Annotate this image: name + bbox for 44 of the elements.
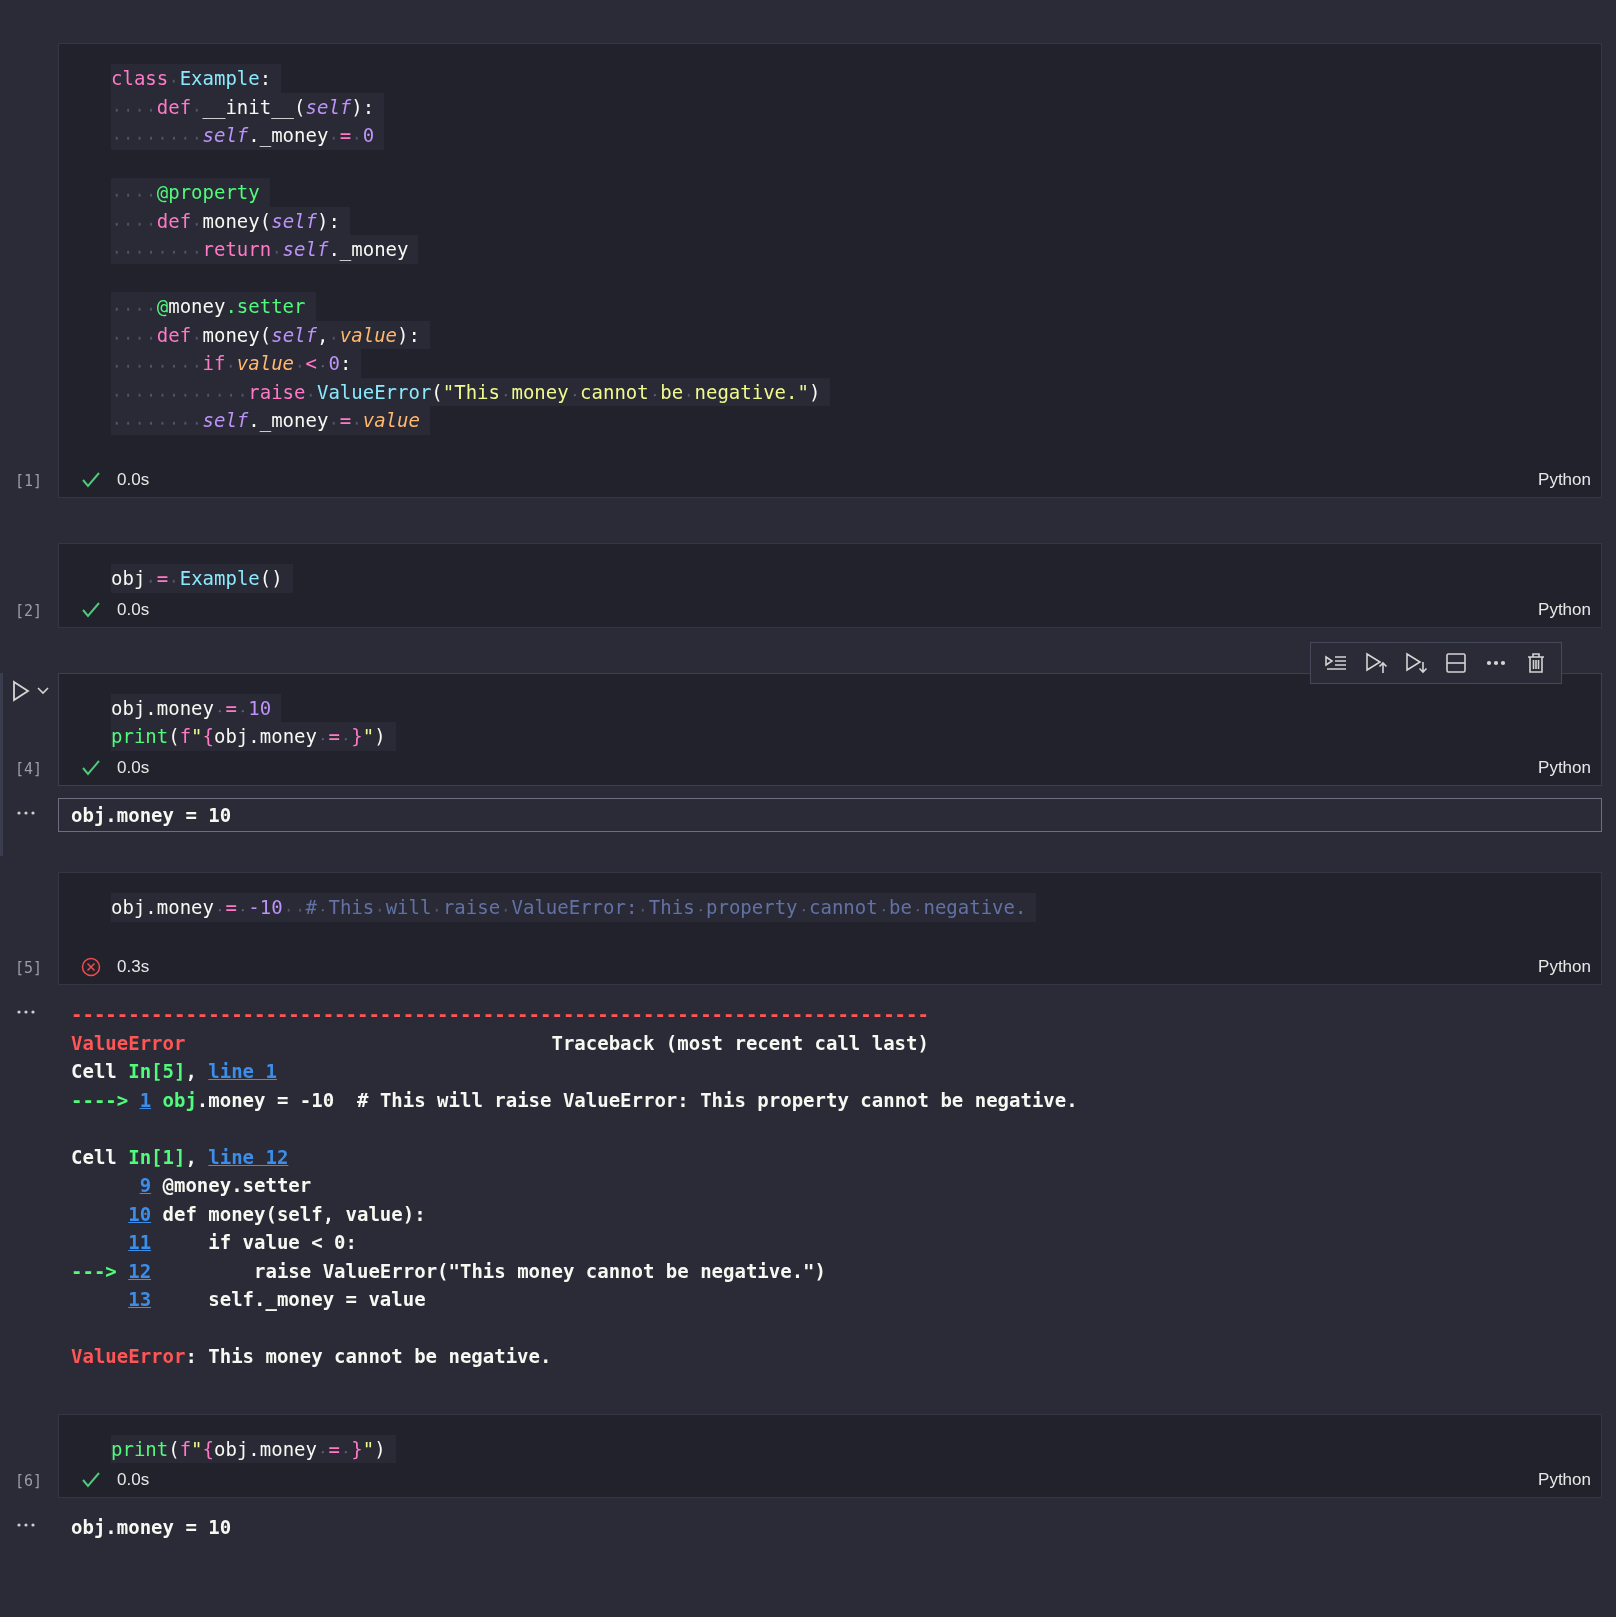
output-line: ---> 12 raise ValueError("This money cannot be negative.") — [71, 1258, 826, 1284]
traceback-link[interactable]: 13 — [128, 1288, 152, 1310]
execution-time: 0.0s — [117, 470, 150, 490]
language-label[interactable]: Python — [1538, 1470, 1591, 1490]
execution-count: [4] — [14, 759, 42, 778]
execution-time: 0.3s — [117, 957, 150, 977]
output-line: ----> 1 obj.money = -10 # This will raise ValueError: This property cannot be negative. — [71, 1087, 1078, 1113]
output-line: --------------------------------------------------------------------------- — [71, 1002, 929, 1027]
language-label[interactable]: Python — [1538, 470, 1591, 490]
execution-count: [2] — [14, 601, 42, 620]
execution-count: [6] — [14, 1472, 42, 1490]
execution-count: [5] — [14, 959, 42, 977]
traceback-link[interactable]: 1 — [139, 1088, 152, 1111]
output-line: 13 self._money = value — [127, 1287, 426, 1313]
traceback-link[interactable]: 10 — [128, 1202, 152, 1225]
chevron-down-icon[interactable] — [36, 685, 50, 696]
traceback-link[interactable]: 11 — [128, 1231, 152, 1253]
output-line: 11 if value < 0: — [127, 1230, 357, 1255]
run-below-icon[interactable] — [1403, 650, 1429, 675]
split-cell-icon[interactable] — [1443, 650, 1469, 675]
execution-time: 0.0s — [117, 599, 150, 620]
output-line: Cell In[1], line 12 — [71, 1144, 289, 1170]
execution-count: [1] — [14, 472, 42, 490]
more-icon[interactable] — [16, 1009, 36, 1015]
more-icon[interactable] — [16, 809, 36, 816]
output-line: ValueError: This money cannot be negative. — [71, 1344, 552, 1369]
language-label[interactable]: Python — [1538, 599, 1591, 620]
language-label[interactable]: Python — [1538, 957, 1591, 977]
traceback-link[interactable]: line 1 — [208, 1060, 277, 1082]
output-line: 10 def money(self, value): — [127, 1201, 426, 1227]
output-line: obj.money = 10 — [71, 802, 232, 828]
execution-time: 0.0s — [117, 757, 150, 778]
output-line: obj.money = 10 — [71, 1515, 232, 1540]
run-icon[interactable] — [10, 678, 32, 703]
traceback-link[interactable]: 12 — [128, 1259, 152, 1282]
traceback-link[interactable]: 9 — [139, 1174, 152, 1196]
execution-time: 0.0s — [117, 1470, 150, 1490]
traceback-link[interactable]: line 12 — [208, 1145, 289, 1168]
language-label[interactable]: Python — [1538, 757, 1591, 778]
output-line: Cell In[5], line 1 — [71, 1059, 277, 1084]
more-icon[interactable] — [16, 1522, 36, 1528]
output-line: ValueError Traceback (most recent call last) — [71, 1030, 929, 1056]
output-line: 9 @money.setter — [138, 1173, 312, 1198]
run-above-icon[interactable] — [1363, 650, 1389, 675]
